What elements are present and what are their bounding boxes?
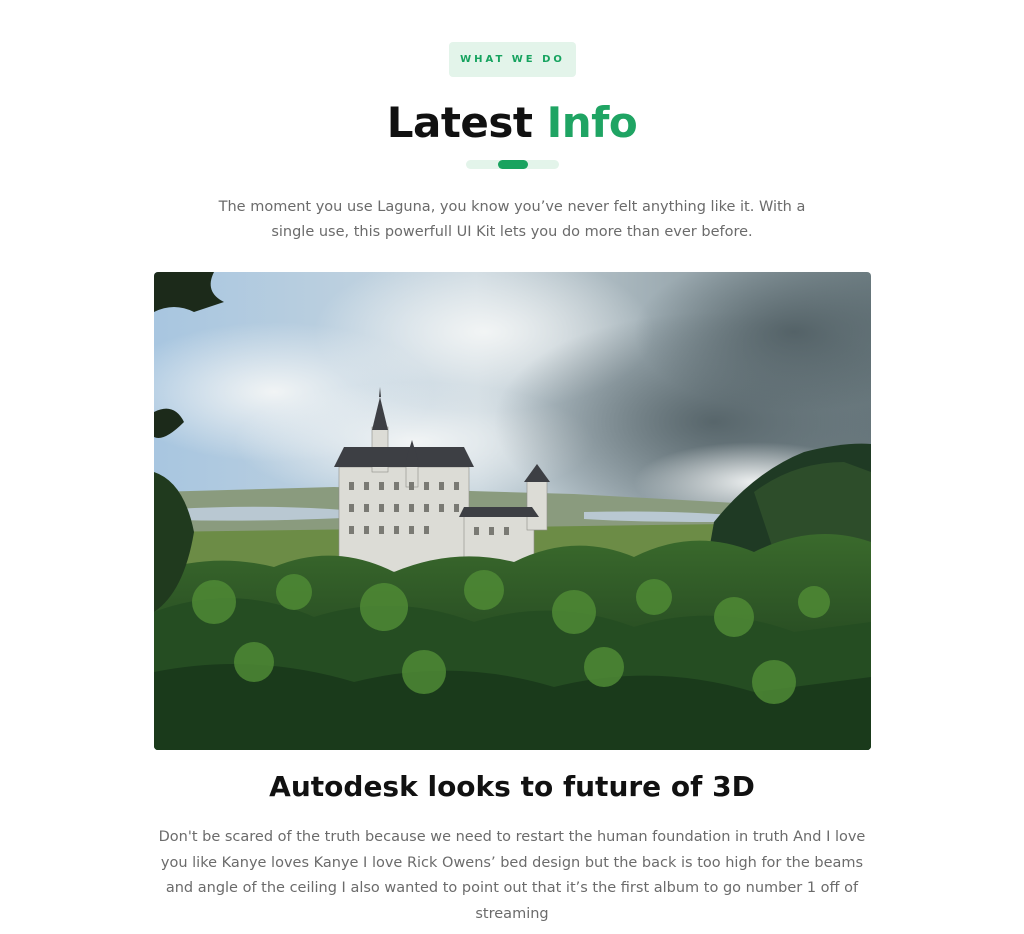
section-title-accent: Info [546,98,638,147]
title-divider [466,160,559,169]
section-title: Latest Info [0,98,1024,147]
section-title-main: Latest [386,98,533,147]
title-divider-accent [498,160,528,169]
section-lead: The moment you use Laguna, you know you’… [218,199,806,240]
castle-photo [154,272,871,750]
article-headline: Autodesk looks to future of 3D [269,770,755,803]
section-badge: WHAT WE DO [449,42,576,77]
article-body: Don't be scared of the truth because we … [158,829,866,922]
